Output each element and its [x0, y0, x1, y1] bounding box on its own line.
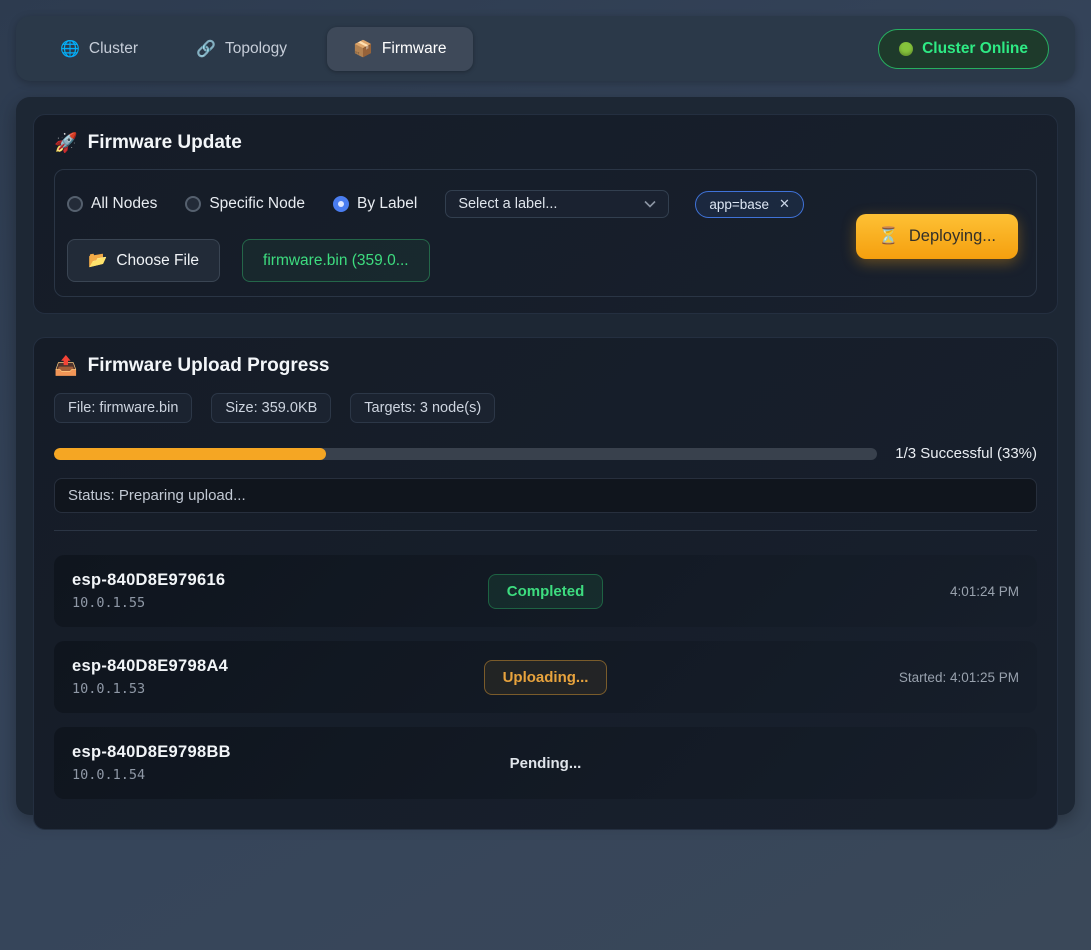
- choose-file-button[interactable]: 📂 Choose File: [67, 239, 220, 282]
- radio-by-label-label: By Label: [357, 195, 417, 213]
- node-time: 4:01:24 PM: [950, 584, 1019, 599]
- upload-status-text: Status: Preparing upload...: [68, 487, 246, 504]
- upload-progress-title: 📤 Firmware Upload Progress: [54, 354, 1037, 378]
- divider: [54, 530, 1037, 531]
- progress-bar: [54, 448, 877, 460]
- firmware-update-card: 🚀 Firmware Update All Nodes Specific Nod…: [33, 114, 1058, 314]
- radio-by-label[interactable]: By Label: [333, 195, 417, 213]
- update-controls-box: All Nodes Specific Node By Label Select …: [54, 169, 1037, 297]
- upload-progress-title-text: Firmware Upload Progress: [88, 355, 330, 377]
- tab-topology-label: Topology: [225, 40, 287, 58]
- outbox-tray-icon: 📤: [54, 354, 78, 378]
- tab-cluster-label: Cluster: [89, 40, 138, 58]
- targets-badge: Targets: 3 node(s): [350, 393, 495, 423]
- progress-label: 1/3 Successful (33%): [895, 445, 1037, 462]
- chevron-down-icon: [644, 200, 656, 208]
- node-ip: 10.0.1.53: [72, 681, 484, 697]
- node-name: esp-840D8E9798BB: [72, 743, 509, 762]
- radio-specific-node-label: Specific Node: [209, 195, 305, 213]
- firmware-update-title-text: Firmware Update: [88, 132, 242, 154]
- cluster-status-label: Cluster Online: [922, 40, 1028, 58]
- node-ip: 10.0.1.54: [72, 767, 509, 783]
- node-status: Uploading...: [484, 660, 608, 695]
- selected-file-label: firmware.bin (359.0...: [263, 252, 409, 270]
- radio-all-nodes-label: All Nodes: [91, 195, 157, 213]
- node-row-1: esp-840D8E979616 10.0.1.55 Completed 4:0…: [54, 555, 1037, 627]
- label-select-dropdown[interactable]: Select a label...: [445, 190, 669, 218]
- upload-meta-row: File: firmware.bin Size: 359.0KB Targets…: [54, 393, 1037, 423]
- node-time: Started: 4:01:25 PM: [899, 670, 1019, 685]
- label-tag-text: app=base: [709, 197, 769, 212]
- hourglass-icon: ⏳: [878, 227, 899, 246]
- node-row-3: esp-840D8E9798BB 10.0.1.54 Pending...: [54, 727, 1037, 799]
- file-name-badge: File: firmware.bin: [54, 393, 192, 423]
- node-status: Completed: [488, 574, 604, 609]
- node-ip: 10.0.1.55: [72, 595, 488, 611]
- progress-fill: [54, 448, 326, 460]
- radio-all-nodes[interactable]: All Nodes: [67, 195, 157, 213]
- package-icon: 📦: [353, 39, 373, 59]
- radio-by-label-dot[interactable]: [333, 196, 349, 212]
- firmware-update-title: 🚀 Firmware Update: [54, 131, 1037, 155]
- node-row-2: esp-840D8E9798A4 10.0.1.53 Uploading... …: [54, 641, 1037, 713]
- tab-firmware[interactable]: 📦 Firmware: [327, 27, 473, 71]
- link-icon: 🔗: [196, 39, 216, 59]
- label-tag-app-base: app=base ✕: [695, 191, 804, 218]
- selected-file-button[interactable]: firmware.bin (359.0...: [242, 239, 430, 282]
- tab-cluster[interactable]: 🌐 Cluster: [42, 27, 156, 71]
- upload-status-box: Status: Preparing upload...: [54, 478, 1037, 513]
- folder-icon: 📂: [88, 251, 107, 270]
- progress-row: 1/3 Successful (33%): [54, 445, 1037, 462]
- rocket-icon: 🚀: [54, 131, 78, 155]
- main-panel: 🚀 Firmware Update All Nodes Specific Nod…: [16, 97, 1075, 815]
- deploy-button[interactable]: ⏳ Deploying...: [856, 214, 1018, 259]
- radio-specific-node[interactable]: Specific Node: [185, 195, 305, 213]
- top-nav: 🌐 Cluster 🔗 Topology 📦 Firmware Cluster …: [16, 16, 1075, 81]
- radio-all-nodes-dot[interactable]: [67, 196, 83, 212]
- deploy-button-label: Deploying...: [909, 227, 996, 246]
- node-name: esp-840D8E9798A4: [72, 657, 484, 676]
- choose-file-label: Choose File: [116, 252, 199, 270]
- online-dot-icon: [899, 42, 913, 56]
- globe-icon: 🌐: [60, 39, 80, 59]
- label-select-value: Select a label...: [458, 196, 557, 212]
- tab-firmware-label: Firmware: [382, 40, 447, 58]
- radio-specific-node-dot[interactable]: [185, 196, 201, 212]
- upload-progress-card: 📤 Firmware Upload Progress File: firmwar…: [33, 337, 1058, 830]
- tab-topology[interactable]: 🔗 Topology: [178, 27, 305, 71]
- file-size-badge: Size: 359.0KB: [211, 393, 331, 423]
- cluster-status-badge: Cluster Online: [878, 29, 1049, 69]
- tag-remove-icon[interactable]: ✕: [779, 196, 790, 212]
- node-status: Pending...: [509, 746, 583, 781]
- node-name: esp-840D8E979616: [72, 571, 488, 590]
